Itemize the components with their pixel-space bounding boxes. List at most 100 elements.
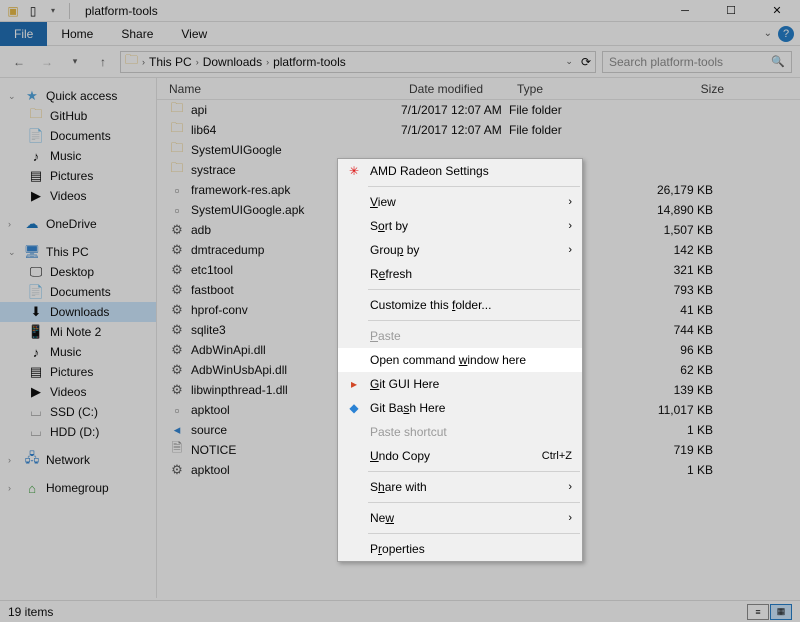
file-size: 719 KB: [625, 443, 733, 457]
sidebar-item[interactable]: ⌴HDD (D:): [0, 422, 156, 442]
file-name: SystemUIGoogle.apk: [191, 203, 304, 217]
menu-separator: [368, 289, 580, 290]
view-details-button[interactable]: ≡: [747, 604, 769, 620]
file-name: apktool: [191, 463, 230, 477]
file-icon: ▫: [169, 202, 185, 218]
nav-bar: ← → ▾ ↑ 🗀 ›This PC ›Downloads ›platform-…: [0, 46, 800, 78]
file-icon: ▫: [169, 182, 185, 198]
menu-item[interactable]: Undo Copy Ctrl+Z: [338, 444, 582, 468]
file-row[interactable]: 🗀api7/1/2017 12:07 AMFile folder: [157, 100, 800, 120]
view-icons-button[interactable]: ▦: [770, 604, 792, 620]
menu-item[interactable]: View›: [338, 190, 582, 214]
close-button[interactable]: ✕: [754, 0, 800, 22]
file-name: NOTICE: [191, 443, 236, 457]
tab-home[interactable]: Home: [47, 22, 107, 46]
file-icon: ▫: [169, 402, 185, 418]
file-name: AdbWinApi.dll: [191, 343, 266, 357]
menu-item-label: Paste shortcut: [370, 425, 447, 439]
up-button[interactable]: ↑: [92, 51, 114, 73]
maximize-button[interactable]: ☐: [708, 0, 754, 22]
menu-item[interactable]: ▸Git GUI Here: [338, 372, 582, 396]
properties-icon[interactable]: ▯: [26, 4, 40, 18]
recent-dropdown[interactable]: ▾: [64, 51, 86, 73]
sidebar-item[interactable]: 📄Documents: [0, 126, 156, 146]
back-button[interactable]: ←: [8, 51, 30, 73]
file-row[interactable]: 🗀SystemUIGoogle: [157, 140, 800, 160]
sidebar-item-downloads[interactable]: ⬇Downloads: [0, 302, 156, 322]
sidebar-item[interactable]: ⌴SSD (C:): [0, 402, 156, 422]
amd-icon: ✳: [346, 163, 362, 179]
tab-file[interactable]: File: [0, 22, 47, 46]
menu-separator: [368, 186, 580, 187]
sidebar-item[interactable]: ▤Pictures: [0, 166, 156, 186]
sidebar-item[interactable]: ▤Pictures: [0, 362, 156, 382]
menu-item[interactable]: New›: [338, 506, 582, 530]
sidebar-item[interactable]: ▶Videos: [0, 382, 156, 402]
sidebar-item[interactable]: 🗀GitHub: [0, 106, 156, 126]
file-size: 41 KB: [625, 303, 733, 317]
search-input[interactable]: Search platform-tools 🔍: [602, 51, 792, 73]
breadcrumb-item[interactable]: platform-tools: [273, 55, 346, 69]
sidebar-quick-access[interactable]: ⌄★Quick access: [0, 86, 156, 106]
sidebar-this-pc[interactable]: ⌄🖥This PC: [0, 242, 156, 262]
file-size: 142 KB: [625, 243, 733, 257]
sidebar-item[interactable]: ♪Music: [0, 146, 156, 166]
file-row[interactable]: 🗀lib647/1/2017 12:07 AMFile folder: [157, 120, 800, 140]
help-icon[interactable]: ?: [778, 26, 794, 42]
file-size: 96 KB: [625, 343, 733, 357]
window-title: platform-tools: [79, 4, 158, 18]
dropdown-icon[interactable]: ▾: [46, 4, 60, 18]
file-size: 139 KB: [625, 383, 733, 397]
sidebar-item[interactable]: 📱Mi Note 2: [0, 322, 156, 342]
file-name: sqlite3: [191, 323, 226, 337]
refresh-icon[interactable]: ⟳: [581, 55, 591, 69]
menu-shortcut: Ctrl+Z: [542, 450, 572, 462]
menu-item[interactable]: Refresh: [338, 262, 582, 286]
sidebar-item[interactable]: 📄Documents: [0, 282, 156, 302]
menu-separator: [368, 533, 580, 534]
col-date[interactable]: Date modified: [401, 82, 509, 96]
sidebar-item[interactable]: ▶Videos: [0, 186, 156, 206]
ribbon-collapse-icon[interactable]: ⌄: [764, 28, 772, 39]
search-icon: 🔍: [771, 55, 785, 68]
file-size: 744 KB: [625, 323, 733, 337]
sidebar-item[interactable]: 🖵Desktop: [0, 262, 156, 282]
menu-item[interactable]: Group by›: [338, 238, 582, 262]
menu-item[interactable]: Customize this folder...: [338, 293, 582, 317]
sidebar-homegroup[interactable]: ›⌂Homegroup: [0, 478, 156, 498]
file-icon: 🗀: [169, 142, 185, 158]
file-name: lib64: [191, 123, 216, 137]
menu-item[interactable]: ✳AMD Radeon Settings: [338, 159, 582, 183]
menu-item-label: New: [370, 511, 394, 525]
breadcrumb-item[interactable]: This PC: [149, 55, 192, 69]
col-size[interactable]: Size: [625, 82, 733, 96]
tab-share[interactable]: Share: [107, 22, 167, 46]
file-icon: ⚙: [169, 462, 185, 478]
menu-item[interactable]: Open command window here: [338, 348, 582, 372]
chevron-right-icon: ›: [568, 220, 572, 232]
col-type[interactable]: Type: [509, 82, 625, 96]
address-dropdown-icon[interactable]: ⌄: [565, 56, 573, 67]
column-headers[interactable]: Name Date modified Type Size: [157, 78, 800, 100]
tab-view[interactable]: View: [167, 22, 221, 46]
menu-item[interactable]: Share with›: [338, 475, 582, 499]
breadcrumb-item[interactable]: Downloads: [203, 55, 262, 69]
sidebar-network[interactable]: ›🖧Network: [0, 450, 156, 470]
menu-item[interactable]: Sort by›: [338, 214, 582, 238]
menu-item[interactable]: ◆Git Bash Here: [338, 396, 582, 420]
menu-item-label: Open command window here: [370, 353, 526, 367]
file-icon: ⚙: [169, 362, 185, 378]
menu-item-label: Undo Copy: [370, 449, 430, 463]
file-size: 14,890 KB: [625, 203, 733, 217]
address-bar[interactable]: 🗀 ›This PC ›Downloads ›platform-tools ⌄ …: [120, 51, 596, 73]
file-name: AdbWinUsbApi.dll: [191, 363, 287, 377]
sidebar-onedrive[interactable]: ›☁OneDrive: [0, 214, 156, 234]
sidebar-item[interactable]: ♪Music: [0, 342, 156, 362]
file-icon: ⚙: [169, 342, 185, 358]
folder-icon: ▣: [6, 4, 20, 18]
col-name[interactable]: Name: [157, 82, 401, 96]
minimize-button[interactable]: ─: [662, 0, 708, 22]
forward-button[interactable]: →: [36, 51, 58, 73]
menu-item[interactable]: Properties: [338, 537, 582, 561]
file-size: 26,179 KB: [625, 183, 733, 197]
